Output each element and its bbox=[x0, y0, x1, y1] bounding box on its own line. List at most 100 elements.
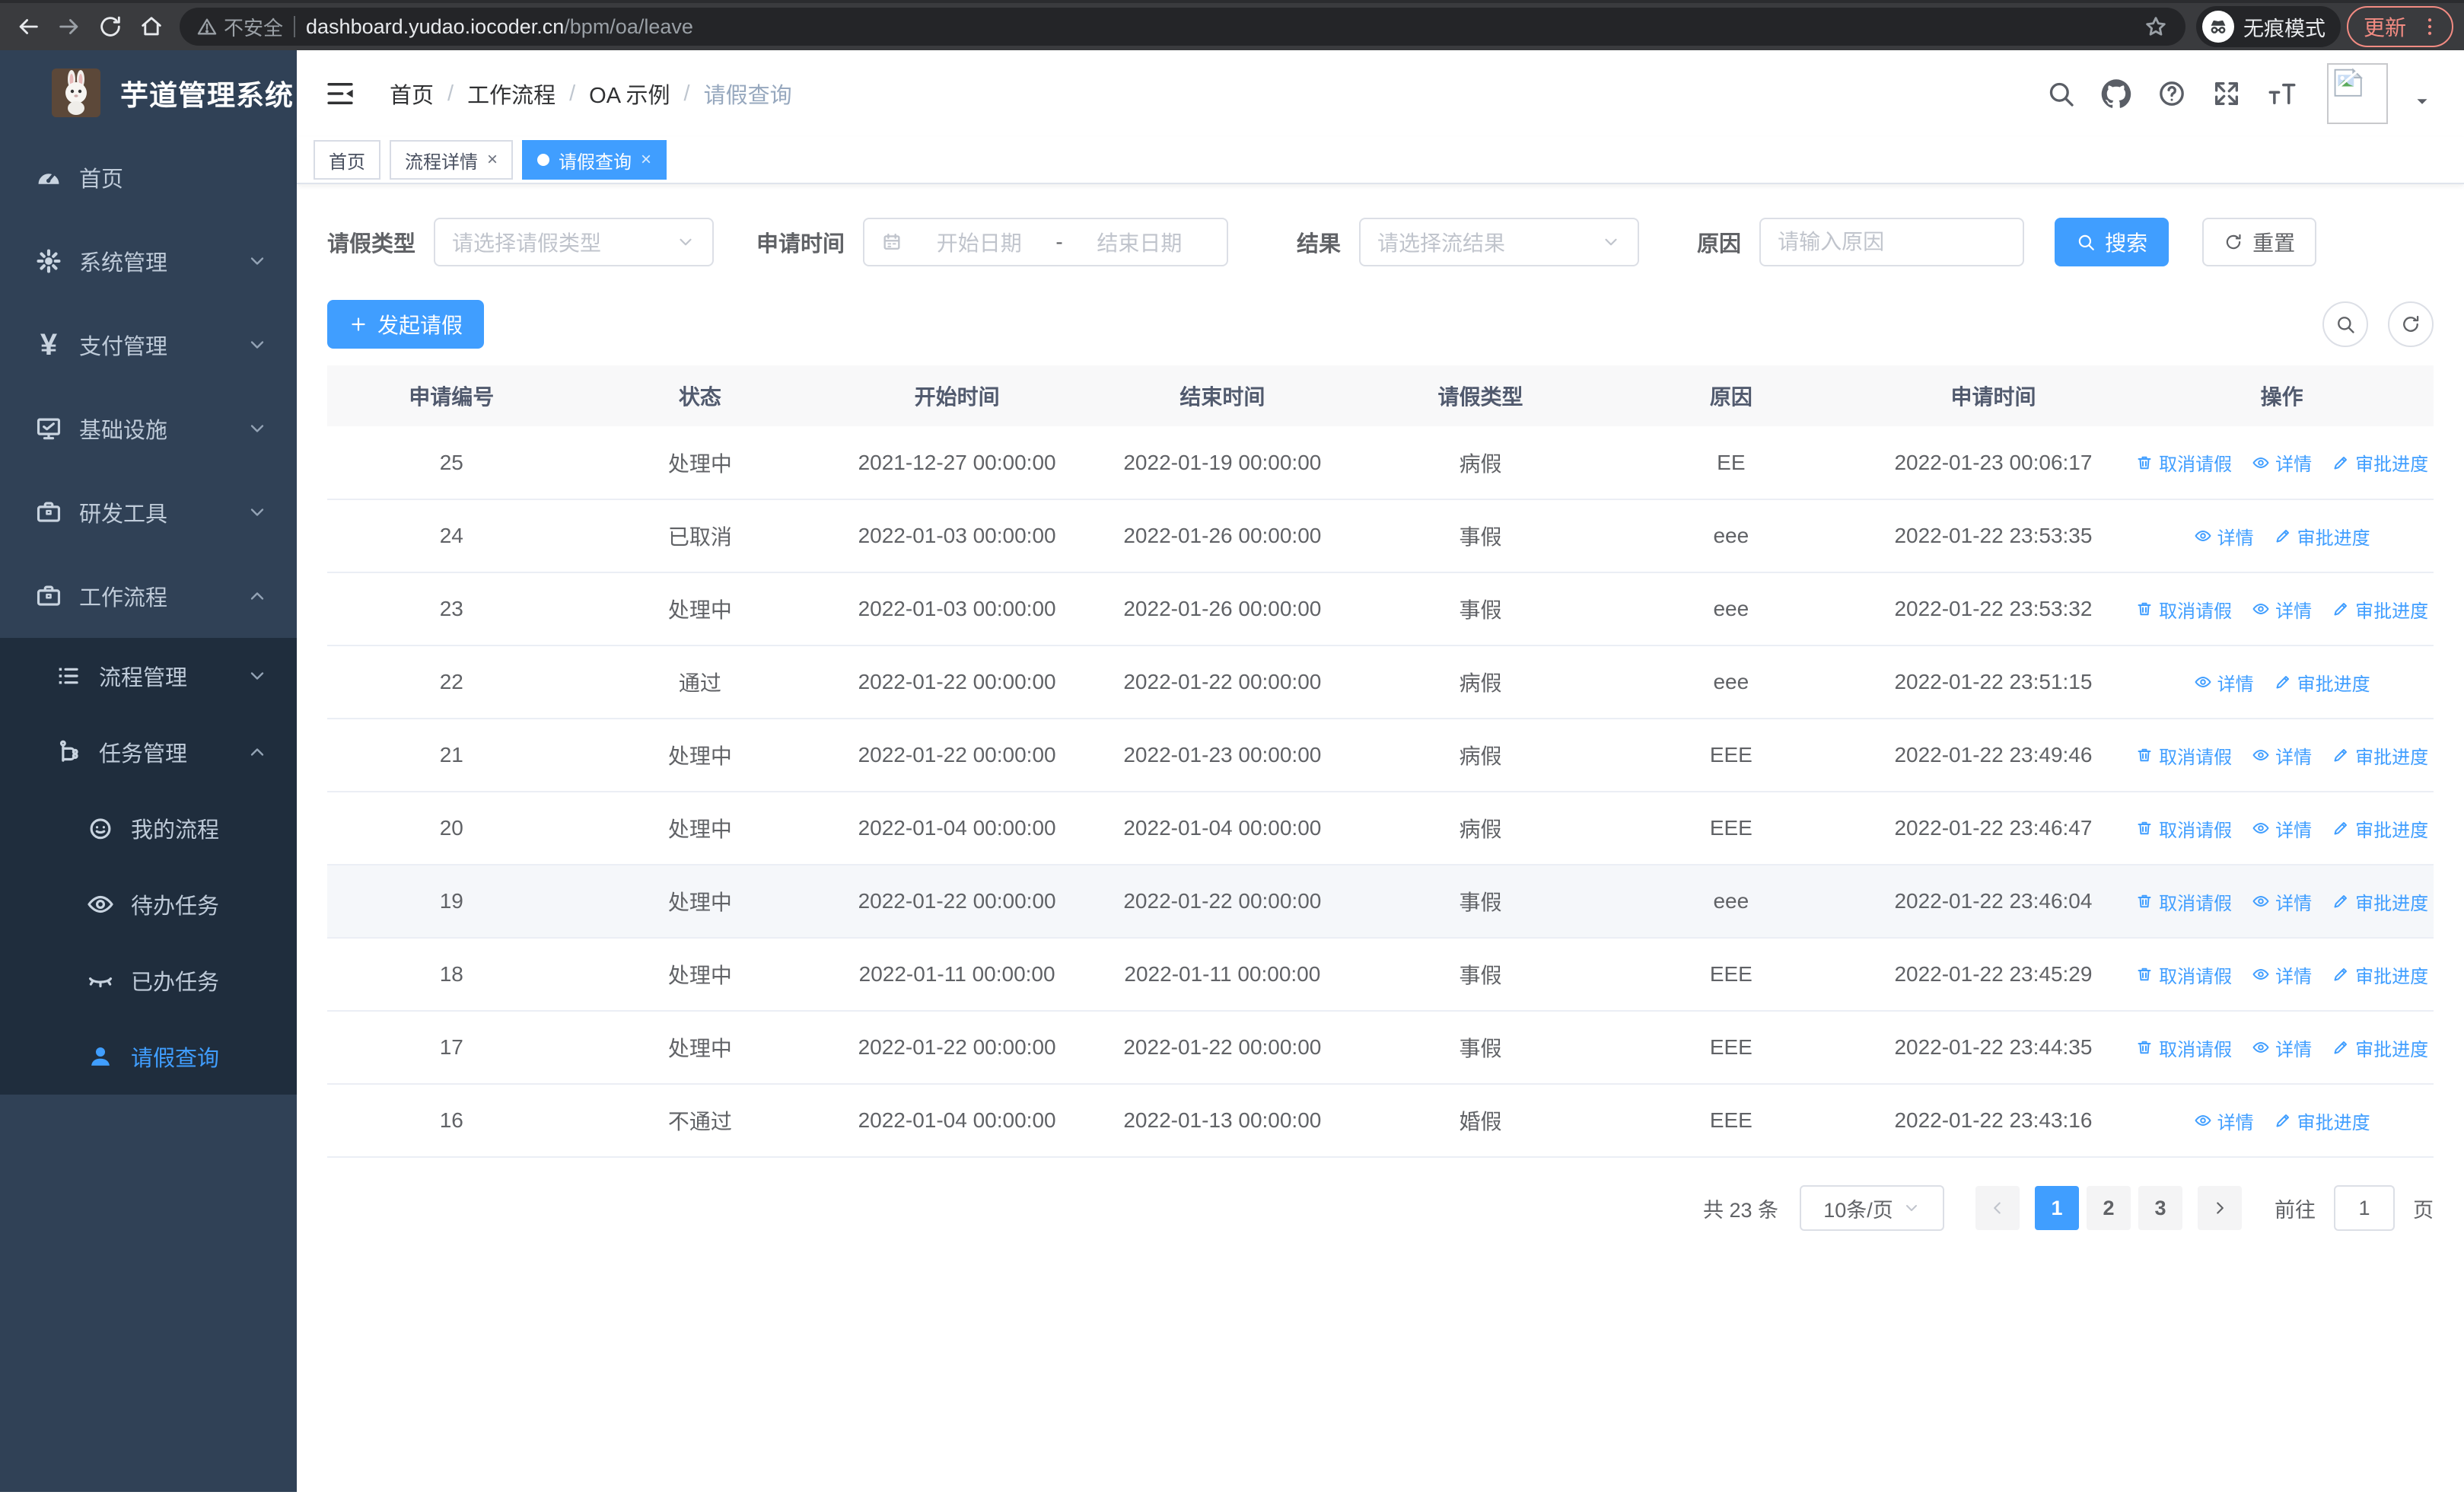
apply-time-label: 申请时间 bbox=[756, 232, 845, 257]
tag-view-tab-请假查询[interactable]: 请假查询 × bbox=[522, 140, 667, 180]
progress-action-link[interactable]: 审批进度 bbox=[2332, 888, 2428, 915]
sidebar-item-已办任务[interactable]: 已办任务 bbox=[0, 942, 297, 1018]
detail-action-link[interactable]: 详情 bbox=[2252, 449, 2312, 476]
home-icon bbox=[138, 14, 164, 40]
cancel-action-link[interactable]: 取消请假 bbox=[2135, 815, 2232, 842]
page-button-2[interactable]: 2 bbox=[2087, 1186, 2131, 1230]
app-logo-row[interactable]: 芋道管理系统 bbox=[0, 50, 297, 135]
help-icon[interactable] bbox=[2157, 78, 2187, 109]
sidebar-item-我的流程[interactable]: 我的流程 bbox=[0, 790, 297, 866]
column-header-请假类型: 请假类型 bbox=[1355, 365, 1606, 426]
page-button-1[interactable]: 1 bbox=[2035, 1186, 2079, 1230]
sidebar-item-支付管理[interactable]: ¥ 支付管理 bbox=[0, 303, 297, 387]
browser-home-button[interactable] bbox=[134, 9, 169, 44]
page-size-select[interactable]: 10条/页 bbox=[1800, 1185, 1944, 1231]
progress-action-link[interactable]: 审批进度 bbox=[2332, 961, 2428, 988]
progress-action-link[interactable]: 审批进度 bbox=[2274, 1108, 2370, 1134]
reset-button[interactable]: 重置 bbox=[2202, 218, 2317, 266]
user-avatar[interactable] bbox=[2327, 63, 2388, 124]
search-button[interactable]: 搜索 bbox=[2055, 218, 2170, 266]
browser-update-button[interactable]: 更新 bbox=[2346, 6, 2453, 47]
cell-reason: eee bbox=[1606, 572, 1857, 646]
detail-action-link[interactable]: 详情 bbox=[2252, 815, 2312, 842]
sidebar-item-任务管理[interactable]: 任务管理 bbox=[0, 714, 297, 790]
sidebar-collapse-icon[interactable] bbox=[324, 78, 356, 110]
detail-action-link[interactable]: 详情 bbox=[2252, 742, 2312, 769]
font-size-icon[interactable] bbox=[2266, 78, 2298, 110]
show-search-toggle-button[interactable] bbox=[2322, 301, 2368, 347]
goto-page-input[interactable] bbox=[2334, 1185, 2395, 1231]
progress-action-link[interactable]: 审批进度 bbox=[2332, 815, 2428, 842]
browser-forward-button[interactable] bbox=[52, 9, 87, 44]
detail-action-link[interactable]: 详情 bbox=[2252, 888, 2312, 915]
progress-action-link[interactable]: 审批进度 bbox=[2274, 669, 2370, 696]
action-label: 审批进度 bbox=[2355, 747, 2429, 768]
cancel-action-link[interactable]: 取消请假 bbox=[2135, 888, 2232, 915]
progress-action-link[interactable]: 审批进度 bbox=[2332, 742, 2428, 769]
leave-type-select[interactable]: 请选择请假类型 bbox=[434, 218, 715, 266]
page-button-3[interactable]: 3 bbox=[2138, 1186, 2182, 1230]
cell-end: 2022-01-22 00:00:00 bbox=[1089, 645, 1355, 719]
detail-action-link[interactable]: 详情 bbox=[2252, 596, 2312, 623]
sidebar-item-工作流程[interactable]: 工作流程 bbox=[0, 554, 297, 638]
reload-icon bbox=[97, 14, 123, 40]
result-select[interactable]: 请选择流结果 bbox=[1359, 218, 1640, 266]
breadcrumb-item[interactable]: 工作流程 bbox=[467, 78, 556, 110]
detail-action-link[interactable]: 详情 bbox=[2252, 961, 2312, 988]
progress-action-link[interactable]: 审批进度 bbox=[2274, 523, 2370, 550]
breadcrumb-item[interactable]: 首页 bbox=[390, 78, 434, 110]
breadcrumb-item[interactable]: OA 示例 bbox=[589, 78, 670, 110]
avatar-caret-icon[interactable] bbox=[2412, 91, 2432, 111]
github-icon[interactable] bbox=[2100, 78, 2132, 110]
detail-action-link[interactable]: 详情 bbox=[2194, 669, 2254, 696]
edit-icon bbox=[2332, 746, 2350, 764]
sidebar-item-基础设施[interactable]: 基础设施 bbox=[0, 387, 297, 470]
progress-action-link[interactable]: 审批进度 bbox=[2332, 449, 2428, 476]
sidebar-item-流程管理[interactable]: 流程管理 bbox=[0, 638, 297, 714]
cell-actions: 详情 审批进度 bbox=[2130, 1084, 2434, 1158]
action-label: 详情 bbox=[2275, 747, 2313, 768]
url-host: dashboard.yudao.iocoder.cn bbox=[306, 14, 565, 38]
prev-page-button[interactable] bbox=[1975, 1186, 2020, 1230]
sidebar-item-首页[interactable]: 首页 bbox=[0, 135, 297, 219]
close-tab-icon[interactable]: × bbox=[641, 151, 651, 169]
security-chip[interactable]: 不安全 bbox=[196, 13, 283, 41]
trash-icon bbox=[2135, 454, 2154, 472]
next-page-button[interactable] bbox=[2198, 1186, 2242, 1230]
cancel-action-link[interactable]: 取消请假 bbox=[2135, 961, 2232, 988]
kebab-menu-icon[interactable] bbox=[2418, 15, 2441, 38]
cancel-action-link[interactable]: 取消请假 bbox=[2135, 742, 2232, 769]
fullscreen-icon[interactable] bbox=[2211, 78, 2242, 109]
address-bar[interactable]: 不安全 dashboard.yudao.iocoder.cn/bpm/oa/le… bbox=[180, 8, 2185, 46]
apply-time-range-picker[interactable]: 开始日期 - 结束日期 bbox=[863, 218, 1229, 266]
progress-action-link[interactable]: 审批进度 bbox=[2332, 1034, 2428, 1061]
cancel-action-link[interactable]: 取消请假 bbox=[2135, 1034, 2232, 1061]
sidebar-item-研发工具[interactable]: 研发工具 bbox=[0, 470, 297, 554]
cell-actions: 详情 审批进度 bbox=[2130, 499, 2434, 573]
sidebar-item-请假查询[interactable]: 请假查询 bbox=[0, 1018, 297, 1095]
progress-action-link[interactable]: 审批进度 bbox=[2332, 596, 2428, 623]
table-row: 19 处理中 2022-01-22 00:00:00 2022-01-22 00:00… bbox=[327, 865, 2434, 939]
browser-reload-button[interactable] bbox=[93, 9, 128, 44]
gauge-icon bbox=[32, 161, 65, 194]
sidebar-item-系统管理[interactable]: 系统管理 bbox=[0, 219, 297, 303]
header-search-icon[interactable] bbox=[2045, 78, 2076, 109]
cancel-action-link[interactable]: 取消请假 bbox=[2135, 449, 2232, 476]
cancel-action-link[interactable]: 取消请假 bbox=[2135, 596, 2232, 623]
cell-start: 2022-01-22 00:00:00 bbox=[824, 1011, 1090, 1085]
bookmark-star-icon[interactable] bbox=[2143, 14, 2169, 40]
eye-icon bbox=[84, 888, 117, 921]
action-label: 详情 bbox=[2217, 1112, 2254, 1133]
detail-action-link[interactable]: 详情 bbox=[2194, 1108, 2254, 1134]
browser-back-button[interactable] bbox=[11, 9, 46, 44]
tag-view-tab-首页[interactable]: 首页 bbox=[314, 140, 380, 180]
reason-input[interactable] bbox=[1778, 230, 2007, 254]
create-leave-button[interactable]: 发起请假 bbox=[327, 300, 485, 349]
tag-view-tab-流程详情[interactable]: 流程详情 × bbox=[390, 140, 514, 180]
close-tab-icon[interactable]: × bbox=[487, 151, 498, 169]
detail-action-link[interactable]: 详情 bbox=[2194, 523, 2254, 550]
detail-action-link[interactable]: 详情 bbox=[2252, 1034, 2312, 1061]
sidebar-item-待办任务[interactable]: 待办任务 bbox=[0, 866, 297, 942]
refresh-table-button[interactable] bbox=[2388, 301, 2434, 347]
top-navbar: 首页 / 工作流程 / OA 示例 / 请假查询 bbox=[297, 50, 2464, 137]
